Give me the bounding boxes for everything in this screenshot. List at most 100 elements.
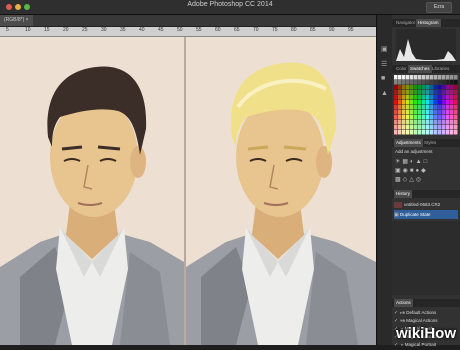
color-swatch[interactable] bbox=[438, 125, 442, 130]
color-swatch[interactable] bbox=[410, 115, 414, 120]
color-swatch[interactable] bbox=[446, 75, 450, 80]
document-tab[interactable]: (RGB/8*) × bbox=[0, 15, 33, 26]
color-swatch[interactable] bbox=[442, 100, 446, 105]
color-swatch[interactable] bbox=[394, 90, 398, 95]
color-swatch[interactable] bbox=[402, 80, 406, 85]
color-swatch[interactable] bbox=[430, 80, 434, 85]
color-swatch[interactable] bbox=[414, 125, 418, 130]
color-swatch[interactable] bbox=[402, 120, 406, 125]
color-swatch[interactable] bbox=[430, 115, 434, 120]
tab-adjustments[interactable]: Adjustments bbox=[394, 139, 423, 147]
color-swatch[interactable] bbox=[450, 90, 454, 95]
color-swatch[interactable] bbox=[422, 75, 426, 80]
color-swatch[interactable] bbox=[418, 110, 422, 115]
color-swatch[interactable] bbox=[434, 130, 438, 135]
color-swatch[interactable] bbox=[450, 95, 454, 100]
color-swatch[interactable] bbox=[430, 110, 434, 115]
color-swatch[interactable] bbox=[414, 95, 418, 100]
color-swatch[interactable] bbox=[414, 80, 418, 85]
color-swatch[interactable] bbox=[434, 95, 438, 100]
adjustment-icons-row-2[interactable]: ▣◉■●◆ bbox=[395, 167, 428, 174]
color-swatch[interactable] bbox=[442, 85, 446, 90]
color-swatch[interactable] bbox=[422, 95, 426, 100]
color-swatch[interactable] bbox=[442, 90, 446, 95]
color-swatch[interactable] bbox=[454, 110, 458, 115]
color-swatch[interactable] bbox=[438, 90, 442, 95]
color-swatch[interactable] bbox=[410, 95, 414, 100]
color-swatch[interactable] bbox=[394, 115, 398, 120]
color-swatch[interactable] bbox=[422, 80, 426, 85]
color-swatch[interactable] bbox=[438, 80, 442, 85]
tab-navigator[interactable]: Navigator bbox=[394, 19, 417, 27]
collapsed-panel-strip[interactable]: ▣ ☰ ■ ▲ bbox=[376, 15, 393, 345]
color-swatch[interactable] bbox=[422, 130, 426, 135]
color-swatch[interactable] bbox=[402, 110, 406, 115]
color-swatch[interactable] bbox=[394, 75, 398, 80]
color-swatch[interactable] bbox=[438, 100, 442, 105]
color-swatch[interactable] bbox=[454, 85, 458, 90]
panel-icon[interactable]: ▲ bbox=[381, 90, 388, 97]
color-swatch[interactable] bbox=[442, 110, 446, 115]
tab-color[interactable]: Color bbox=[394, 65, 409, 73]
color-swatch[interactable] bbox=[398, 120, 402, 125]
color-swatch[interactable] bbox=[414, 75, 418, 80]
color-swatch[interactable] bbox=[402, 100, 406, 105]
color-swatch[interactable] bbox=[442, 80, 446, 85]
color-swatch[interactable] bbox=[430, 125, 434, 130]
tab-swatches[interactable]: Swatches bbox=[408, 65, 432, 73]
color-swatch[interactable] bbox=[410, 125, 414, 130]
color-swatch[interactable] bbox=[446, 130, 450, 135]
color-swatch[interactable] bbox=[394, 100, 398, 105]
color-swatch[interactable] bbox=[410, 75, 414, 80]
color-swatch[interactable] bbox=[398, 75, 402, 80]
color-swatch[interactable] bbox=[402, 130, 406, 135]
color-swatch[interactable] bbox=[446, 115, 450, 120]
color-swatch[interactable] bbox=[414, 105, 418, 110]
color-swatch[interactable] bbox=[394, 95, 398, 100]
panel-icon[interactable]: ▣ bbox=[381, 45, 388, 53]
color-swatch[interactable] bbox=[406, 125, 410, 130]
color-swatch[interactable] bbox=[410, 100, 414, 105]
color-swatch[interactable] bbox=[414, 90, 418, 95]
color-swatch[interactable] bbox=[406, 130, 410, 135]
color-swatch[interactable] bbox=[454, 125, 458, 130]
document-canvas[interactable] bbox=[0, 37, 376, 345]
color-swatch[interactable] bbox=[434, 85, 438, 90]
color-swatch[interactable] bbox=[410, 85, 414, 90]
color-swatch[interactable] bbox=[406, 115, 410, 120]
color-swatch[interactable] bbox=[426, 125, 430, 130]
color-swatch[interactable] bbox=[426, 85, 430, 90]
color-swatch[interactable] bbox=[446, 100, 450, 105]
color-swatch[interactable] bbox=[454, 90, 458, 95]
color-swatch[interactable] bbox=[418, 125, 422, 130]
color-swatch[interactable] bbox=[454, 100, 458, 105]
color-swatch[interactable] bbox=[438, 120, 442, 125]
color-swatch[interactable] bbox=[410, 105, 414, 110]
color-swatch[interactable] bbox=[418, 120, 422, 125]
color-swatch[interactable] bbox=[454, 75, 458, 80]
color-swatch[interactable] bbox=[410, 90, 414, 95]
color-swatch[interactable] bbox=[426, 110, 430, 115]
color-swatch[interactable] bbox=[422, 105, 426, 110]
tab-actions[interactable]: Actions bbox=[394, 299, 413, 307]
color-swatch[interactable] bbox=[438, 130, 442, 135]
color-swatch[interactable] bbox=[406, 110, 410, 115]
color-swatch[interactable] bbox=[394, 105, 398, 110]
color-swatch[interactable] bbox=[426, 75, 430, 80]
adjustment-icons-row-3[interactable]: ▩◇△◎ bbox=[395, 176, 423, 183]
color-swatch[interactable] bbox=[430, 75, 434, 80]
color-swatch[interactable] bbox=[434, 115, 438, 120]
color-swatch[interactable] bbox=[438, 105, 442, 110]
color-swatch[interactable] bbox=[442, 105, 446, 110]
color-swatch[interactable] bbox=[394, 80, 398, 85]
color-swatch[interactable] bbox=[406, 95, 410, 100]
color-swatch[interactable] bbox=[442, 115, 446, 120]
color-swatch[interactable] bbox=[450, 80, 454, 85]
color-swatch[interactable] bbox=[446, 120, 450, 125]
panel-icon[interactable]: ☰ bbox=[381, 60, 387, 68]
color-swatch[interactable] bbox=[434, 110, 438, 115]
swatch-grid[interactable] bbox=[394, 75, 458, 135]
color-swatch[interactable] bbox=[426, 120, 430, 125]
color-swatch[interactable] bbox=[450, 105, 454, 110]
color-swatch[interactable] bbox=[418, 80, 422, 85]
